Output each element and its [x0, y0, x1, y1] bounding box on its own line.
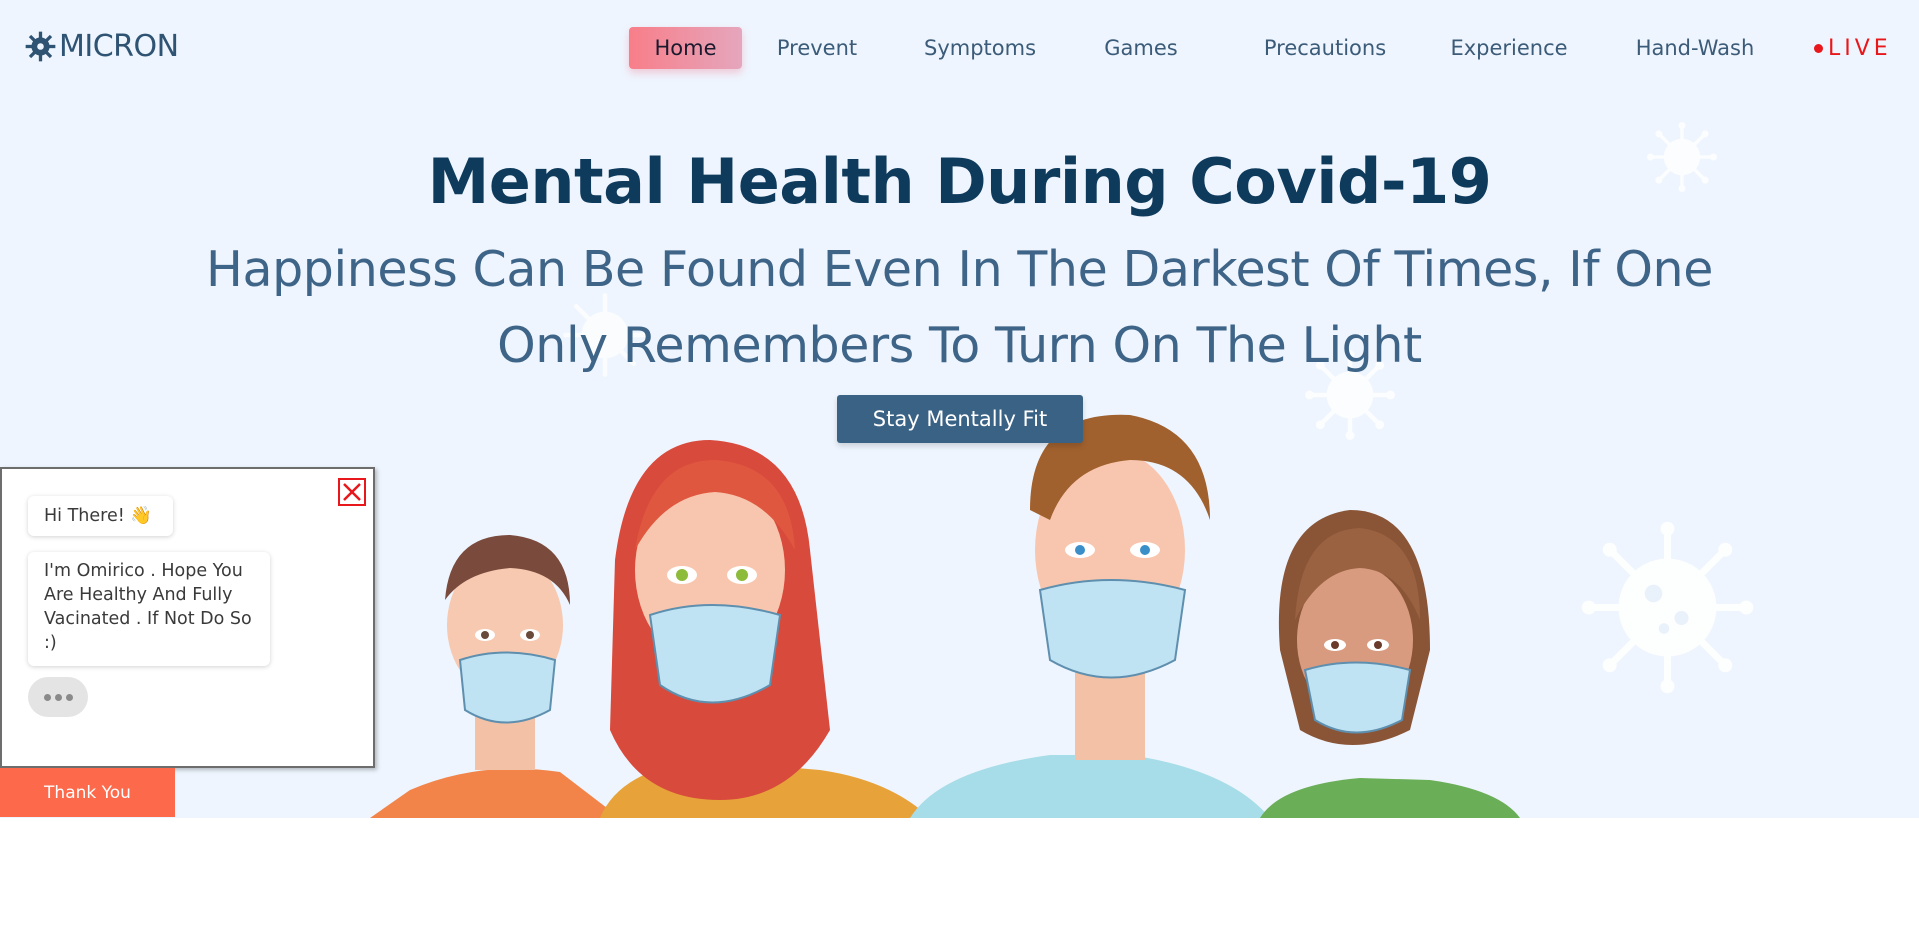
- typing-dot: [54, 693, 62, 701]
- stay-mentally-fit-button[interactable]: Stay Mentally Fit: [837, 395, 1083, 443]
- live-dot-icon: [1814, 43, 1823, 53]
- hero-subtitle-line2: Only Remembers To Turn On The Light: [497, 317, 1422, 374]
- hero-subtitle: Happiness Can Be Found Even In The Darke…: [180, 232, 1739, 384]
- brand-logo[interactable]: MICRON: [24, 26, 179, 66]
- typing-dot: [65, 693, 73, 701]
- virus-decoration-icon: [1581, 521, 1754, 694]
- nav-item-prevent[interactable]: Prevent: [742, 27, 892, 69]
- thank-you-button[interactable]: Thank You: [0, 768, 175, 817]
- nav-item-hand-wash[interactable]: Hand-Wash: [1582, 27, 1808, 69]
- brand-name: MICRON: [59, 28, 179, 64]
- chat-message-bubble: I'm Omirico . Hope You Are Healthy And F…: [28, 552, 270, 666]
- hero-subtitle-line1: Happiness Can Be Found Even In The Darke…: [206, 241, 1713, 298]
- typing-dot: [43, 693, 51, 701]
- page-title: Mental Health During Covid-19: [427, 145, 1492, 218]
- close-x-glyph: [343, 483, 361, 501]
- nav-item-precautions[interactable]: Precautions: [1214, 27, 1436, 69]
- virus-gear-icon: [25, 31, 56, 61]
- live-label: LIVE: [1828, 35, 1892, 61]
- chat-greeting-bubble: Hi There! 👋: [28, 496, 173, 536]
- close-icon[interactable]: [338, 478, 366, 506]
- nav-item-symptoms[interactable]: Symptoms: [892, 27, 1068, 69]
- nav-item-home[interactable]: Home: [629, 27, 742, 69]
- typing-dots-icon: [28, 677, 88, 717]
- chat-widget: Hi There! 👋 I'm Omirico . Hope You Are H…: [0, 467, 375, 768]
- masked-people-illustration: [370, 414, 1520, 818]
- nav-item-games[interactable]: Games: [1068, 27, 1214, 69]
- main-nav: Home Prevent Symptoms Games Precautions …: [629, 27, 1892, 69]
- nav-item-live[interactable]: LIVE: [1814, 27, 1892, 69]
- nav-item-experience[interactable]: Experience: [1436, 27, 1582, 69]
